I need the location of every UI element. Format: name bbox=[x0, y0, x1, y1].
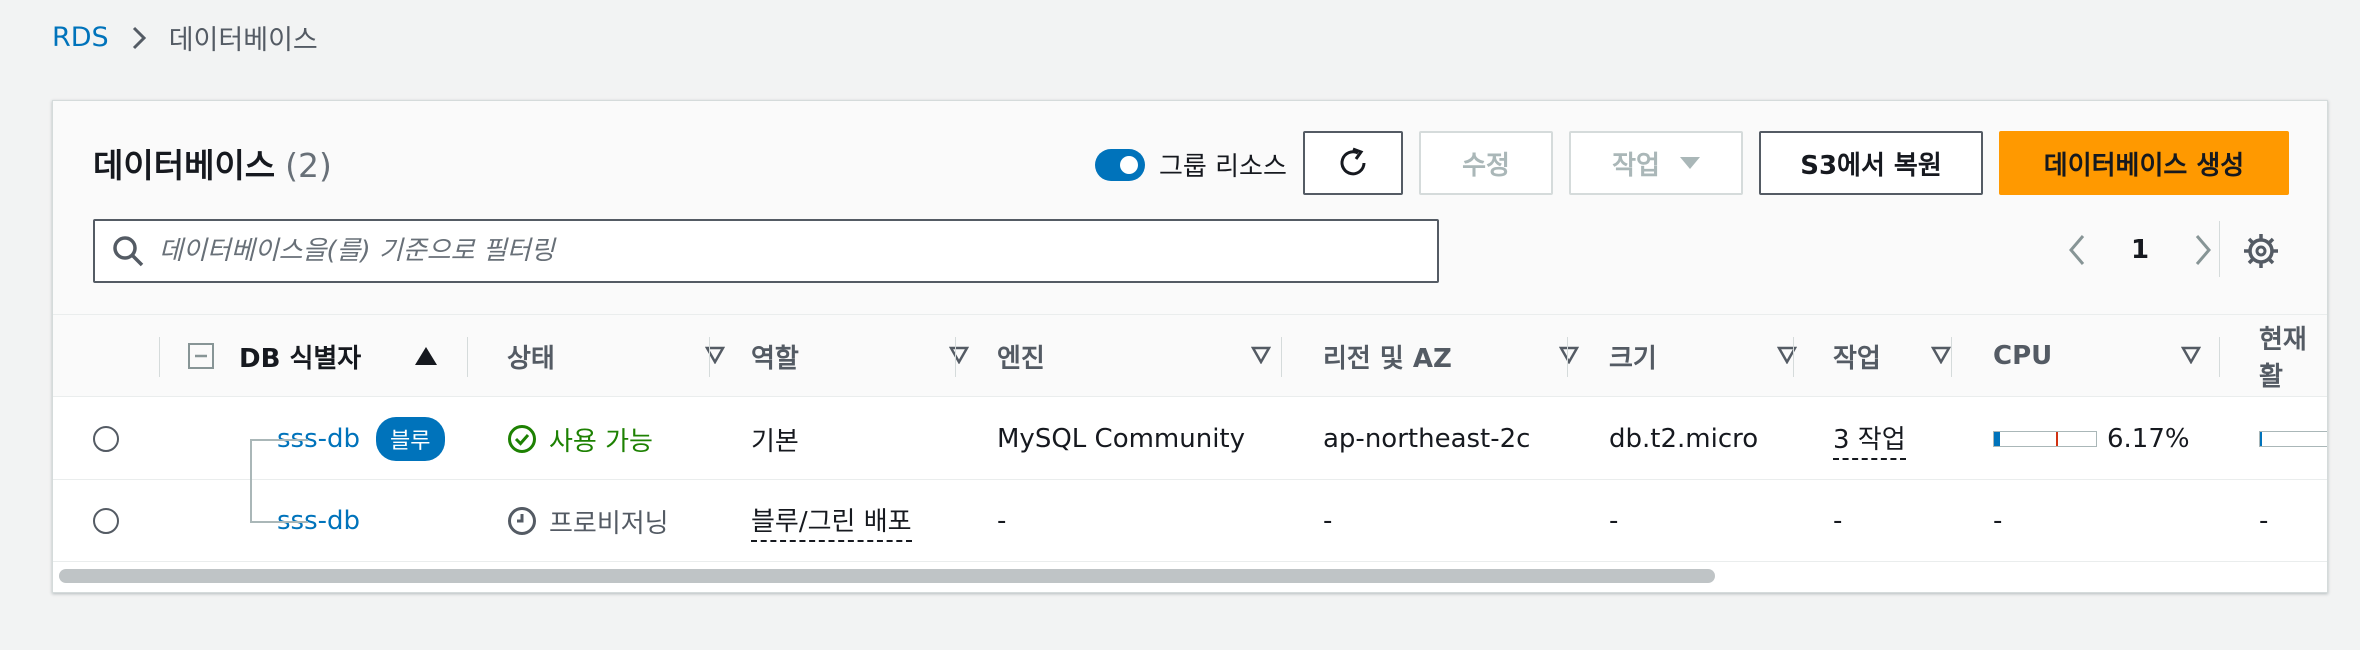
cpu-usage-fill bbox=[1994, 432, 2001, 446]
column-label-cpu: CPU bbox=[1993, 341, 2053, 371]
tree-connector bbox=[250, 439, 252, 523]
filter-input[interactable] bbox=[159, 236, 1419, 266]
current-value: - bbox=[2259, 506, 2269, 536]
create-database-button[interactable]: 데이터베이스 생성 bbox=[1999, 131, 2289, 195]
column-header-id[interactable]: DB 식별자 bbox=[187, 315, 367, 397]
connections-bar bbox=[2259, 431, 2327, 447]
next-page-icon[interactable] bbox=[2183, 230, 2223, 270]
databases-panel: 데이터베이스 (2) 그룹 리소스 수정 작업 S3에서 복원 데이터베이스 생성 bbox=[52, 100, 2328, 593]
region-text: ap-northeast-2c bbox=[1323, 424, 1531, 454]
filter-search-box bbox=[93, 219, 1439, 283]
clock-icon bbox=[508, 507, 536, 535]
actions-label: 작업 bbox=[1612, 150, 1660, 181]
breadcrumb-rds-link[interactable]: RDS bbox=[52, 22, 109, 53]
group-resources-label: 그룹 리소스 bbox=[1159, 152, 1287, 182]
status-text: 프로비저닝 bbox=[549, 508, 669, 539]
connections-fill bbox=[2260, 432, 2262, 446]
column-header-status[interactable]: 상태 bbox=[507, 315, 743, 397]
column-header-actions[interactable]: 작업 bbox=[1833, 315, 1969, 397]
column-separator bbox=[709, 337, 710, 377]
breadcrumb-current: 데이터베이스 bbox=[168, 25, 318, 56]
column-label-current: 현재 활 bbox=[2259, 325, 2307, 392]
table-row[interactable]: sss-db 프로비저닝 블루/그린 배포 - - - - - - bbox=[53, 480, 2327, 562]
column-separator bbox=[955, 337, 956, 377]
column-separator bbox=[1951, 337, 1952, 377]
column-header-current[interactable]: 현재 활 bbox=[2259, 315, 2327, 397]
prev-page-icon[interactable] bbox=[2057, 230, 2097, 270]
column-separator bbox=[1281, 337, 1282, 377]
panel-header: 데이터베이스 (2) 그룹 리소스 수정 작업 S3에서 복원 데이터베이스 생성 bbox=[53, 101, 2327, 315]
modify-button[interactable]: 수정 bbox=[1419, 131, 1553, 195]
group-resources-toggle[interactable] bbox=[1095, 148, 1145, 181]
status-provisioning: 프로비저닝 bbox=[507, 503, 669, 540]
column-separator bbox=[1793, 337, 1794, 377]
column-label-actions: 작업 bbox=[1833, 343, 1881, 374]
search-icon bbox=[113, 236, 144, 267]
column-header-size[interactable]: 크기 bbox=[1609, 315, 1815, 397]
sort-icon bbox=[1559, 346, 1579, 364]
refresh-icon bbox=[1340, 147, 1366, 176]
sort-icon bbox=[705, 346, 725, 364]
size-text: db.t2.micro bbox=[1609, 424, 1759, 454]
engine-text: - bbox=[997, 506, 1007, 536]
column-separator bbox=[467, 337, 468, 377]
pagination: 1 bbox=[2057, 225, 2223, 275]
blue-badge: 블루 bbox=[376, 417, 445, 461]
column-separator bbox=[2219, 337, 2220, 377]
check-circle-icon bbox=[508, 425, 536, 453]
sort-icon bbox=[2181, 346, 2201, 364]
column-header-region[interactable]: 리전 및 AZ bbox=[1323, 315, 1597, 397]
status-available: 사용 가능 bbox=[507, 421, 653, 458]
row-select-radio[interactable] bbox=[93, 426, 119, 452]
column-label-role: 역할 bbox=[751, 343, 799, 374]
sort-icon bbox=[1777, 346, 1797, 364]
column-separator bbox=[1567, 337, 1568, 377]
current-page-number[interactable]: 1 bbox=[2131, 235, 2149, 265]
column-label-id: DB 식별자 bbox=[239, 343, 362, 374]
status-text: 사용 가능 bbox=[549, 426, 653, 457]
cpu-value: 6.17% bbox=[2107, 424, 2190, 454]
role-text: 기본 bbox=[751, 426, 799, 457]
cpu-threshold-marker bbox=[2056, 432, 2058, 446]
gear-icon[interactable] bbox=[2241, 231, 2281, 271]
column-label-status: 상태 bbox=[507, 343, 555, 374]
group-resources-toggle-wrap: 그룹 리소스 bbox=[1095, 146, 1287, 183]
restore-from-s3-button[interactable]: S3에서 복원 bbox=[1759, 131, 1983, 195]
chevron-right-icon bbox=[131, 25, 147, 51]
column-header-cpu[interactable]: CPU bbox=[1993, 315, 2219, 397]
column-header-role[interactable]: 역할 bbox=[751, 315, 987, 397]
column-label-size: 크기 bbox=[1609, 343, 1657, 374]
column-header-engine[interactable]: 엔진 bbox=[997, 315, 1289, 397]
collapse-all-icon[interactable] bbox=[187, 342, 215, 370]
region-text: - bbox=[1323, 506, 1333, 536]
horizontal-scrollbar[interactable] bbox=[59, 569, 1715, 583]
cpu-usage-bar bbox=[1993, 431, 2097, 447]
table-header: DB 식별자 상태 역할 엔진 리전 및 AZ 크기 작업 CPU 현재 활 bbox=[53, 315, 2327, 397]
pager-divider bbox=[2219, 221, 2220, 277]
role-text[interactable]: 블루/그린 배포 bbox=[751, 501, 912, 542]
engine-text: MySQL Community bbox=[997, 424, 1246, 454]
tree-connector bbox=[250, 521, 308, 523]
actions-dropdown-button[interactable]: 작업 bbox=[1569, 131, 1743, 195]
pending-actions-link[interactable]: 3 작업 bbox=[1833, 419, 1906, 460]
breadcrumb: RDS 데이터베이스 bbox=[52, 18, 318, 57]
cpu-value: - bbox=[1993, 506, 2003, 536]
tree-connector bbox=[250, 439, 308, 441]
caret-down-icon bbox=[1679, 157, 1700, 169]
sort-ascending-icon[interactable] bbox=[415, 347, 437, 365]
sort-icon bbox=[949, 346, 969, 364]
sort-icon bbox=[1931, 346, 1951, 364]
table-row[interactable]: sss-db 블루 사용 가능 기본 MySQL Community ap-no… bbox=[53, 398, 2327, 480]
column-label-engine: 엔진 bbox=[997, 343, 1045, 374]
panel-title-text: 데이터베이스 bbox=[93, 146, 276, 185]
refresh-button[interactable] bbox=[1303, 131, 1403, 195]
sort-icon bbox=[1251, 346, 1271, 364]
panel-count: (2) bbox=[285, 146, 332, 185]
column-label-region: 리전 및 AZ bbox=[1323, 343, 1452, 374]
row-select-radio[interactable] bbox=[93, 508, 119, 534]
size-text: - bbox=[1609, 506, 1619, 536]
panel-title: 데이터베이스 (2) bbox=[93, 139, 332, 187]
column-separator bbox=[159, 337, 160, 377]
actions-text: - bbox=[1833, 506, 1843, 536]
